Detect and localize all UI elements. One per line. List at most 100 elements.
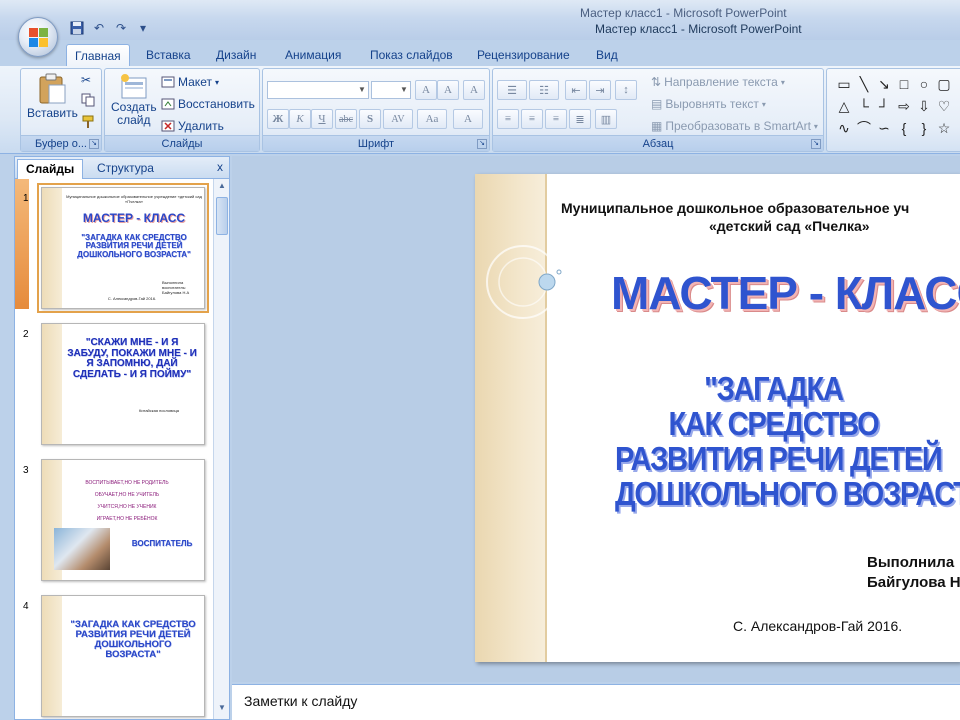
- justify-icon[interactable]: ≣: [569, 109, 591, 129]
- oval-shape-icon[interactable]: ○: [915, 75, 933, 93]
- scroll-up-icon[interactable]: ▲: [216, 181, 228, 195]
- tab-design[interactable]: Дизайн: [208, 44, 264, 66]
- line-shape-icon[interactable]: ╲: [855, 75, 873, 93]
- office-logo-icon: [29, 28, 49, 48]
- slide-thumbnail-1[interactable]: Муниципальное дошкольное образовательное…: [37, 183, 209, 313]
- decrease-indent-icon[interactable]: ⇤: [565, 80, 587, 100]
- slide-thumbnail-2[interactable]: "СКАЖИ МНЕ - И Я ЗАБУДУ, ПОКАЖИ МНЕ - И …: [41, 323, 205, 445]
- change-case-button[interactable]: Aa: [417, 109, 447, 129]
- delete-slide-button[interactable]: Удалить: [161, 119, 224, 133]
- text-direction-button[interactable]: ⇅ Направление текста ▾: [651, 75, 785, 89]
- rounded-rect-shape-icon[interactable]: ▢: [935, 75, 953, 93]
- strike-button[interactable]: abc: [335, 109, 357, 129]
- reset-button[interactable]: Восстановить: [161, 97, 255, 111]
- font-color-button[interactable]: A: [453, 109, 483, 129]
- align-center-icon[interactable]: ≡: [521, 109, 543, 129]
- rectangle-shape-icon[interactable]: □: [895, 75, 913, 93]
- font-size-dropdown-icon: ▼: [400, 85, 408, 94]
- font-size-combo[interactable]: ▼: [371, 81, 411, 99]
- slide-thumbnail-4[interactable]: "ЗАГАДКА КАК СРЕДСТВО РАЗВИТИЯ РЕЧИ ДЕТЕ…: [41, 595, 205, 717]
- font-name-dropdown-icon: ▼: [358, 85, 366, 94]
- tab-home[interactable]: Главная: [66, 44, 130, 67]
- left-brace-shape-icon[interactable]: {: [895, 119, 913, 137]
- slide-thumbnail-3[interactable]: ВОСПИТЫВАЕТ,НО НЕ РОДИТЕЛЬ ОБУЧАЕТ,НО НЕ…: [41, 459, 205, 581]
- tab-review[interactable]: Рецензирование: [469, 44, 578, 66]
- tab-insert[interactable]: Вставка: [138, 44, 199, 66]
- font-name-combo[interactable]: ▼: [267, 81, 369, 99]
- window-title: Мастер класс1 - Microsoft PowerPoint: [595, 22, 802, 36]
- line-spacing-icon[interactable]: ↕: [615, 80, 637, 100]
- slide-number: 1: [23, 193, 29, 204]
- thumb-decoration: [42, 188, 62, 308]
- reset-label: Восстановить: [178, 97, 255, 111]
- shrink-font-icon[interactable]: A: [437, 80, 459, 100]
- slide-subtitle-line: КАК СРЕДСТВО: [668, 404, 879, 442]
- slide-subtitle-line: РАЗВИТИЯ РЕЧИ ДЕТЕЙ: [615, 439, 943, 477]
- shadow-button[interactable]: S: [359, 109, 381, 129]
- textbox-shape-icon[interactable]: ▭: [835, 75, 853, 93]
- font-launcher-icon[interactable]: ↘: [477, 139, 487, 149]
- elbow-arrow-icon[interactable]: ┘: [875, 97, 893, 115]
- align-text-icon: ▤: [651, 97, 663, 111]
- freeform-shape-icon[interactable]: ∽: [875, 119, 893, 137]
- tab-view[interactable]: Вид: [588, 44, 626, 66]
- smartart-button[interactable]: ▦ Преобразовать в SmartArt ▾: [651, 119, 818, 133]
- save-icon[interactable]: [68, 20, 86, 36]
- notes-placeholder: Заметки к слайду: [244, 693, 358, 709]
- thumbnail-scrollbar[interactable]: ▲ ▼: [213, 179, 229, 719]
- notes-pane[interactable]: Заметки к слайду: [232, 684, 960, 720]
- arc-shape-icon[interactable]: ⌒: [855, 119, 873, 137]
- office-button[interactable]: [18, 17, 58, 57]
- right-brace-shape-icon[interactable]: }: [915, 119, 933, 137]
- curve-shape-icon[interactable]: ∿: [835, 119, 853, 137]
- increase-indent-icon[interactable]: ⇥: [589, 80, 611, 100]
- tab-outline[interactable]: Структура: [89, 159, 162, 179]
- numbering-icon[interactable]: ☷: [529, 80, 559, 100]
- customize-qat-icon[interactable]: ▾: [134, 20, 152, 36]
- clear-format-icon[interactable]: A: [463, 80, 485, 100]
- clipboard-launcher-icon[interactable]: ↘: [89, 139, 99, 149]
- align-left-icon[interactable]: ≡: [497, 109, 519, 129]
- star-shape-icon[interactable]: ☆: [935, 119, 953, 137]
- bullets-icon[interactable]: ☰: [497, 80, 527, 100]
- scroll-thumb[interactable]: [216, 197, 228, 235]
- format-painter-icon[interactable]: [81, 115, 95, 129]
- copy-icon[interactable]: [81, 93, 95, 107]
- char-spacing-button[interactable]: AV: [383, 109, 413, 129]
- paragraph-launcher-icon[interactable]: ↘: [811, 139, 821, 149]
- paste-button[interactable]: Вставить: [27, 73, 78, 120]
- tab-slides[interactable]: Слайды: [17, 159, 84, 179]
- smartart-icon: ▦: [651, 119, 663, 133]
- text-direction-dropdown-icon: ▾: [780, 77, 785, 87]
- align-right-icon[interactable]: ≡: [545, 109, 567, 129]
- columns-icon[interactable]: ▥: [595, 109, 617, 129]
- slide-number: 2: [23, 329, 29, 340]
- text-direction-label: Направление текста: [664, 75, 778, 89]
- thumb-subtitle: "ЗАГАДКА КАК СРЕДСТВО РАЗВИТИЯ РЕЧИ ДЕТЕ…: [70, 619, 196, 660]
- triangle-shape-icon[interactable]: △: [835, 97, 853, 115]
- grow-font-icon[interactable]: A: [415, 80, 437, 100]
- tab-animation[interactable]: Анимация: [277, 44, 349, 66]
- undo-icon[interactable]: ↶: [90, 20, 108, 36]
- slide-author-line-1: Выполнила: [867, 554, 955, 571]
- align-text-button[interactable]: ▤ Выровнять текст ▾: [651, 97, 766, 111]
- bold-button[interactable]: Ж: [267, 109, 289, 129]
- tab-slideshow[interactable]: Показ слайдов: [362, 44, 461, 66]
- layout-button[interactable]: Макет ▾: [161, 75, 219, 89]
- new-slide-button[interactable]: Создать слайд: [111, 73, 157, 127]
- redo-icon[interactable]: ↷: [112, 20, 130, 36]
- italic-button[interactable]: К: [289, 109, 311, 129]
- current-slide[interactable]: Муниципальное дошкольное образовательное…: [475, 174, 960, 662]
- heart-shape-icon[interactable]: ♡: [935, 97, 953, 115]
- close-icon[interactable]: x: [217, 160, 223, 174]
- down-arrow-shape-icon[interactable]: ⇩: [915, 97, 933, 115]
- elbow-connector-icon[interactable]: └: [855, 97, 873, 115]
- scroll-down-icon[interactable]: ▼: [216, 703, 228, 717]
- cut-icon[interactable]: ✂: [81, 73, 91, 87]
- layout-icon: [161, 76, 175, 88]
- new-slide-label-2: слайд: [117, 113, 151, 127]
- arrow-line-shape-icon[interactable]: ↘: [875, 75, 893, 93]
- underline-button[interactable]: Ч: [311, 109, 333, 129]
- thumb-quote: "СКАЖИ МНЕ - И Я ЗАБУДУ, ПОКАЖИ МНЕ - И …: [67, 337, 197, 380]
- right-arrow-shape-icon[interactable]: ⇨: [895, 97, 913, 115]
